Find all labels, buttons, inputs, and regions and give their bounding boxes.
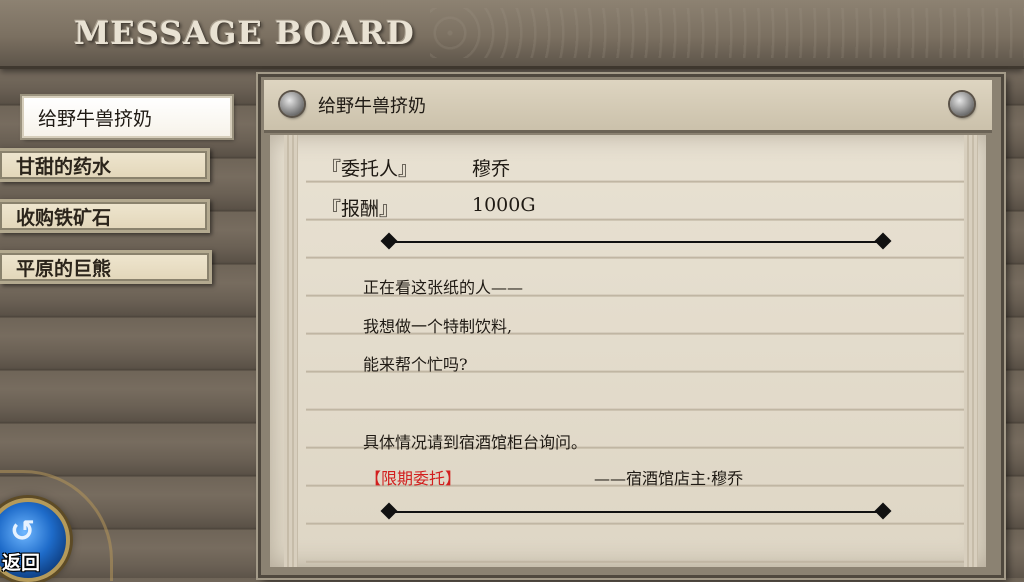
divider-bottom: [380, 502, 892, 520]
message-line-4: 具体情况请到宿酒馆柜台询问。: [363, 433, 588, 452]
signature: ——宿酒馆店主·穆乔: [594, 469, 744, 488]
paper-edge: [284, 135, 298, 567]
message-line-3: 能来帮个忙吗?: [363, 355, 468, 374]
pin-icon: [950, 92, 974, 116]
paper-edge: [964, 135, 978, 567]
quest-item-buy-iron-ore[interactable]: 收购铁矿石: [0, 199, 210, 233]
back-label[interactable]: 返回: [2, 548, 40, 575]
limited-request-tag: 【限期委托】: [365, 469, 462, 488]
client-label: 『委托人』: [322, 158, 418, 180]
quest-item-milk-bison[interactable]: 给野牛兽挤奶: [22, 96, 232, 138]
divider-top: [380, 232, 892, 250]
message-line-1: 正在看这张纸的人——: [363, 278, 524, 297]
screen-title: MESSAGE BOARD: [74, 14, 415, 52]
reward-label: 『报酬』: [322, 198, 399, 220]
client-value: 穆乔: [472, 158, 511, 180]
quest-item-plains-bear[interactable]: 平原的巨熊: [0, 250, 212, 284]
reward-value: 1000G: [472, 194, 536, 216]
quest-title: 给野牛兽挤奶: [318, 96, 426, 117]
quest-header: 给野牛兽挤奶: [264, 80, 992, 133]
quest-item-sweet-potion[interactable]: 甘甜的药水: [0, 148, 210, 182]
return-arrow-icon: ↺: [10, 514, 36, 549]
pin-icon: [280, 92, 304, 116]
message-line-2: 我想做一个特制饮料,: [363, 317, 513, 336]
title-banner: MESSAGE BOARD: [0, 0, 1024, 69]
